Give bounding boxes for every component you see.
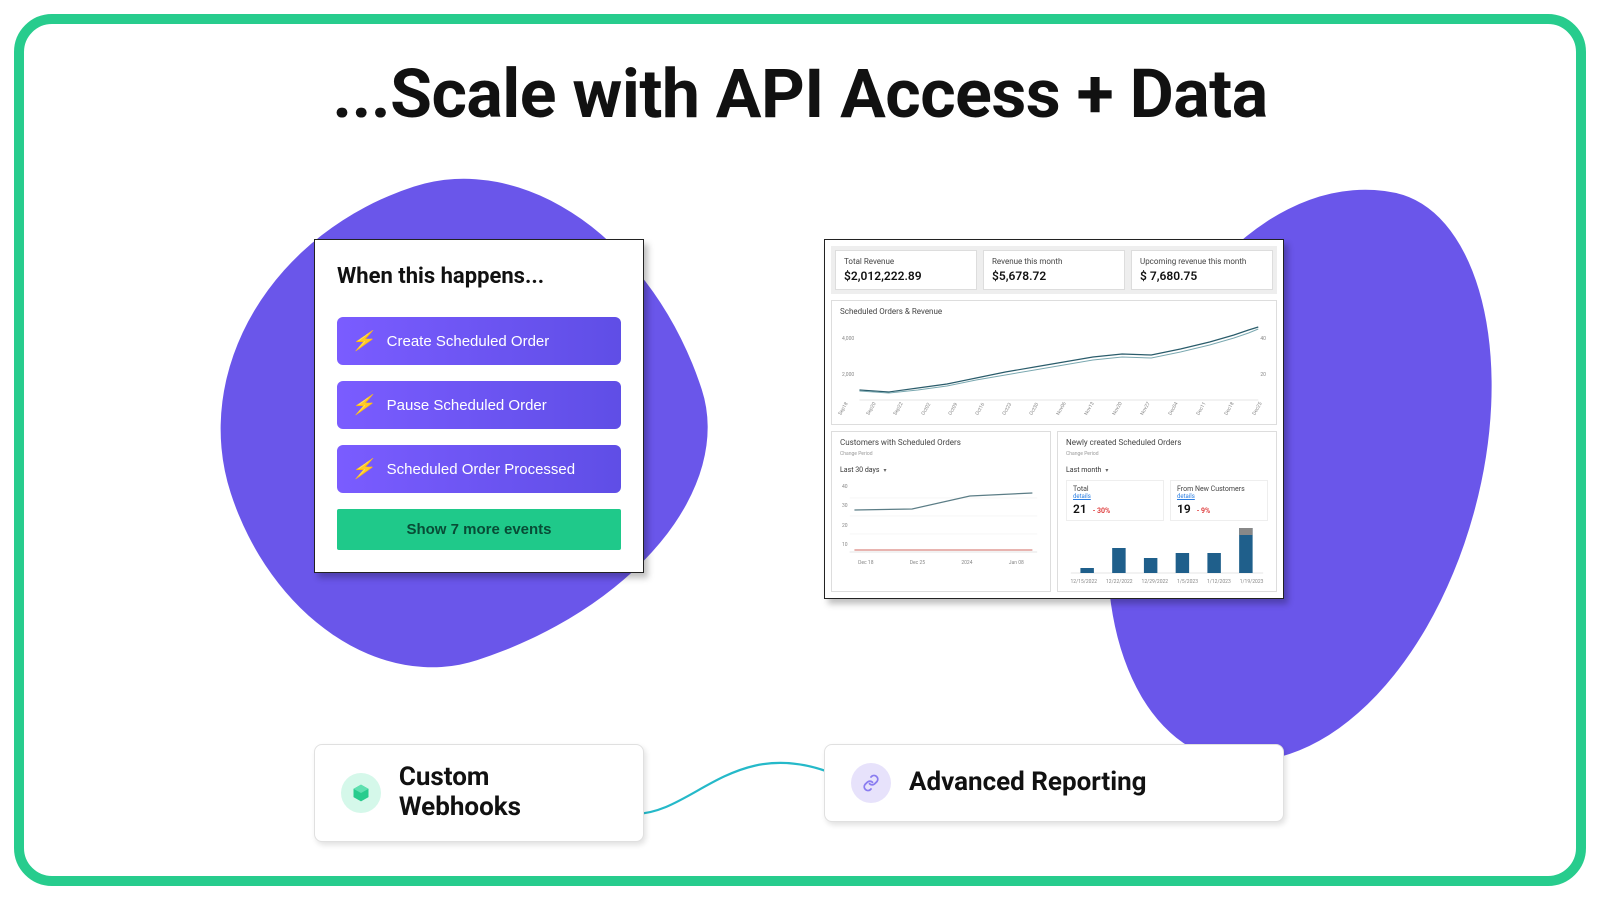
cube-icon [341,773,381,813]
y-tick: 20 [1260,372,1266,378]
customers-line-chart: 40 30 20 10 [840,480,1042,558]
bolt-icon: ⚡ [351,329,375,353]
webhooks-heading: When this happens... [337,264,621,289]
stat-delta: - 9% [1197,507,1210,515]
panel-title: Newly created Scheduled Orders [1066,438,1268,447]
kpi-revenue-this-month: Revenue this month $5,678.72 [983,250,1125,290]
stat-title: From New Customers [1177,485,1261,493]
x-ticks: Dec 18 Dec 25 2024 Jan 08 [840,560,1042,566]
stat-pair: Total details 21 - 30% From New Customer… [1066,480,1268,521]
customers-scheduled-orders-panel: Customers with Scheduled Orders Change P… [831,431,1051,592]
details-link[interactable]: details [1177,493,1261,500]
custom-webhooks-caption: Custom Webhooks [314,744,644,842]
trigger-label: Create Scheduled Order [387,333,550,350]
kpi-upcoming-revenue: Upcoming revenue this month $ 7,680.75 [1131,250,1273,290]
kpi-label: Total Revenue [844,257,968,266]
line-chart-svg [840,320,1268,410]
scheduled-orders-revenue-chart: Scheduled Orders & Revenue 4,000 2,000 4… [831,300,1277,425]
stat-value: 19 - 9% [1177,502,1261,516]
slide-frame: ...Scale with API Access + Data When thi… [14,14,1586,886]
bolt-icon: ⚡ [351,457,375,481]
bolt-icon: ⚡ [351,393,375,417]
caption-text: Advanced Reporting [909,768,1147,798]
kpi-value: $5,678.72 [992,269,1116,283]
panel-title: Customers with Scheduled Orders [840,438,1042,447]
x-ticks: Sep18 Sep20 Sep22 Oct02 Oct09 Oct16 Oct2… [840,412,1268,418]
trigger-pause-scheduled-order[interactable]: ⚡ Pause Scheduled Order [337,381,621,429]
webhooks-card: When this happens... ⚡ Create Scheduled … [314,239,644,573]
show-more-events-button[interactable]: Show 7 more events [337,509,621,550]
caption-text: Custom Webhooks [399,763,617,823]
kpi-value: $ 7,680.75 [1140,269,1264,283]
kpi-value: $2,012,222.89 [844,269,968,283]
kpi-row: Total Revenue $2,012,222.89 Revenue this… [831,246,1277,294]
link-icon [851,763,891,803]
trigger-scheduled-order-processed[interactable]: ⚡ Scheduled Order Processed [337,445,621,493]
kpi-total-revenue: Total Revenue $2,012,222.89 [835,250,977,290]
period-dropdown[interactable]: Last 30 days [840,466,886,474]
period-dropdown[interactable]: Last month [1066,466,1108,474]
stat-title: Total [1073,485,1157,493]
period-label: Change Period [1066,451,1268,457]
y-tick: 4,000 [842,336,854,342]
advanced-reporting-caption: Advanced Reporting [824,744,1284,822]
x-ticks: 12/15/2022 12/22/2022 12/29/2022 1/5/202… [1066,579,1268,585]
y-tick: 40 [1260,336,1266,342]
new-orders-bar-chart [1066,525,1268,577]
kpi-label: Upcoming revenue this month [1140,257,1264,266]
period-label: Change Period [840,451,1042,457]
stat-value: 21 - 30% [1073,502,1157,516]
connector-line [634,744,834,834]
trigger-label: Scheduled Order Processed [387,461,575,478]
trigger-label: Pause Scheduled Order [387,397,547,414]
chart-title: Scheduled Orders & Revenue [840,307,1268,316]
new-scheduled-orders-panel: Newly created Scheduled Orders Change Pe… [1057,431,1277,592]
reporting-card: Total Revenue $2,012,222.89 Revenue this… [824,239,1284,599]
stat-from-new-customers: From New Customers details 19 - 9% [1170,480,1268,521]
y-tick: 2,000 [842,372,854,378]
stat-delta: - 30% [1093,507,1110,515]
kpi-label: Revenue this month [992,257,1116,266]
details-link[interactable]: details [1073,493,1157,500]
page-title: ...Scale with API Access + Data [24,54,1576,134]
lower-panels: Customers with Scheduled Orders Change P… [831,431,1277,592]
stat-total: Total details 21 - 30% [1066,480,1164,521]
chart-area: 4,000 2,000 40 20 [840,320,1268,410]
trigger-create-scheduled-order[interactable]: ⚡ Create Scheduled Order [337,317,621,365]
